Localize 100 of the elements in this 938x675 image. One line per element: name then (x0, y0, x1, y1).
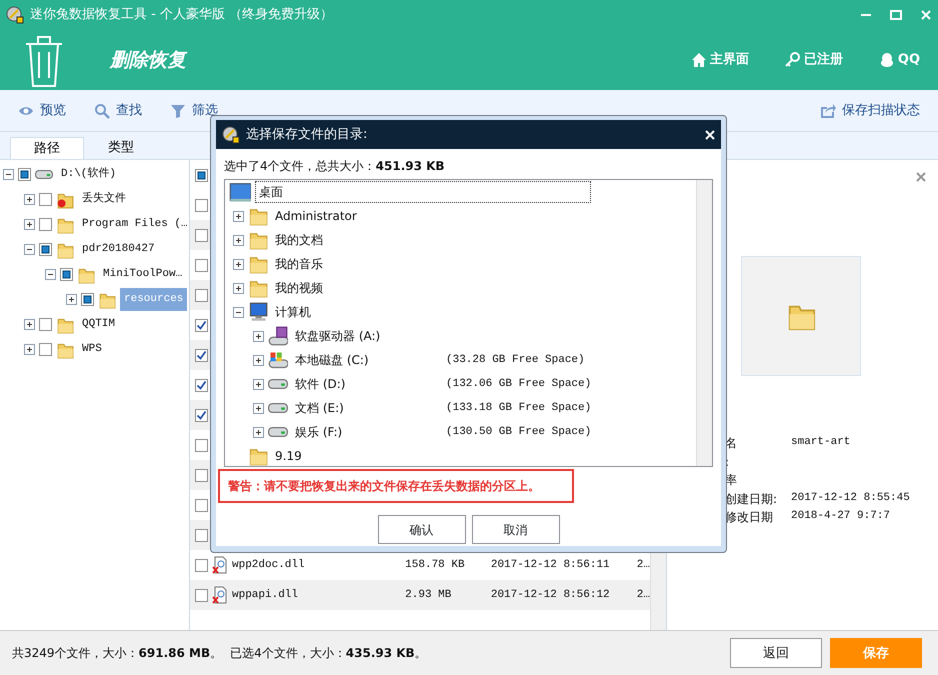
checkbox[interactable] (195, 198, 208, 212)
expand-toggle[interactable] (66, 294, 77, 305)
expand-toggle[interactable] (24, 319, 35, 330)
detail-value: 2018-4-27 9:7:7 (791, 509, 890, 524)
collapse-toggle[interactable] (3, 169, 14, 180)
warning-message: 警告：请不要把恢复出来的文件保存在丢失数据的分区上。 (218, 469, 574, 503)
tree-item[interactable]: 计算机 (272, 302, 314, 322)
expand-toggle[interactable] (233, 258, 244, 270)
checkbox[interactable] (39, 318, 52, 331)
checkbox[interactable] (18, 168, 31, 181)
file-name: wpp2doc.dll (232, 558, 306, 573)
expand-toggle[interactable] (233, 210, 244, 222)
status-text: 共3249个文件，大小：691.86 MB。 (12, 645, 222, 662)
checkbox[interactable] (81, 293, 94, 306)
toolbar-button[interactable]: 预览 (18, 100, 66, 120)
collapse-toggle[interactable] (24, 244, 35, 255)
checkbox[interactable] (39, 243, 52, 256)
drive-icon (268, 379, 288, 389)
drive-icon (268, 350, 288, 370)
checkbox[interactable] (195, 378, 208, 392)
expand-toggle[interactable] (253, 354, 264, 366)
selection-summary: 选中了4个文件，总共大小：451.93 KB (224, 158, 446, 175)
file-date: 2017-12-12 8:56:12 (490, 588, 611, 603)
tree-item[interactable]: 我的视频 (272, 278, 326, 298)
checkbox[interactable] (39, 343, 52, 356)
expand-toggle[interactable] (253, 426, 264, 438)
checkbox[interactable] (195, 348, 208, 362)
tab[interactable]: 路径 (10, 137, 84, 159)
maximize-icon (890, 9, 902, 21)
detail-value: 2017-12-12 8:55:45 (791, 490, 910, 506)
file-name: wppapi.dll (232, 588, 300, 603)
tree-item[interactable]: QQTIM (78, 313, 120, 336)
toolbar-button[interactable]: 查找 (94, 100, 142, 120)
confirm-button[interactable]: 确认 (378, 515, 466, 544)
collapse-toggle[interactable] (45, 269, 56, 280)
tab[interactable]: 类型 (84, 137, 158, 159)
section-title: 删除恢复 (110, 48, 186, 73)
table-cell-text: 2… (636, 588, 650, 603)
tree-item[interactable]: D:\(软件) (57, 163, 120, 186)
checkbox[interactable] (195, 438, 208, 452)
tree-item[interactable]: 我的文档 (272, 230, 326, 250)
tree-item[interactable]: 9.19 (272, 446, 305, 466)
minimize-icon (860, 14, 872, 16)
free-space: (132.06 GB Free Space) (446, 376, 592, 392)
tree-item[interactable]: 娱乐 (F:) (292, 422, 346, 442)
expand-toggle[interactable] (253, 378, 264, 390)
checkbox[interactable] (195, 558, 208, 572)
free-space: (33.28 GB Free Space) (446, 352, 586, 368)
tree-item[interactable]: 软盘驱动器 (A:) (292, 326, 384, 346)
tree-item[interactable]: Program Files (… (78, 213, 192, 236)
file-size: 2.93 MB (405, 588, 452, 603)
expand-toggle[interactable] (253, 402, 264, 414)
status-text: 已选4个文件，大小：435.93 KB。 (230, 645, 427, 662)
checkbox[interactable] (195, 528, 208, 542)
drive-icon (35, 170, 53, 179)
expand-toggle[interactable] (24, 194, 35, 205)
tree-item[interactable]: 我的音乐 (272, 254, 326, 274)
checkbox[interactable] (39, 193, 52, 206)
folder-icon (248, 254, 268, 274)
table-cell-text: 2… (636, 558, 650, 573)
checkbox[interactable] (195, 258, 208, 272)
tree-item[interactable]: 软件 (D:) (292, 374, 348, 394)
checkbox[interactable] (195, 588, 208, 602)
tree-item[interactable]: 文档 (E:) (292, 398, 347, 418)
dialog-title: 选择保存文件的目录: (246, 126, 368, 144)
checkbox[interactable] (60, 268, 73, 281)
checkbox[interactable] (195, 468, 208, 482)
tree-item[interactable]: 桌面 (255, 181, 591, 203)
tree-item[interactable]: Administrator (272, 206, 360, 226)
expand-toggle[interactable] (233, 234, 244, 246)
checkbox[interactable] (195, 408, 208, 422)
toolbar-button[interactable]: 筛选 (170, 100, 218, 120)
desktop-icon (229, 181, 251, 203)
expand-toggle[interactable] (24, 344, 35, 355)
save-scan-button[interactable]: 保存扫描状态 (820, 100, 920, 120)
checkbox[interactable] (195, 228, 208, 242)
key-icon (784, 52, 801, 68)
cancel-button[interactable]: 取消 (472, 515, 560, 544)
checkbox[interactable] (195, 498, 208, 512)
checkbox[interactable] (195, 318, 208, 332)
expand-toggle[interactable] (233, 282, 244, 294)
floppy-drive-icon (268, 326, 288, 346)
expand-toggle[interactable] (24, 219, 35, 230)
back-button[interactable]: 返回 (730, 638, 822, 668)
drive-icon (268, 427, 288, 437)
expand-toggle[interactable] (253, 330, 264, 342)
checkbox[interactable] (195, 288, 208, 302)
tree-item[interactable]: MiniToolPow… (99, 263, 186, 286)
tree-item[interactable]: pdr20180427 (78, 238, 159, 261)
drive-icon (268, 403, 288, 413)
tree-item[interactable]: WPS (78, 338, 106, 361)
tree-item[interactable]: 本地磁盘 (C:) (292, 350, 372, 370)
deleted-file-icon (212, 586, 228, 604)
collapse-toggle[interactable] (233, 306, 244, 318)
free-space: (130.50 GB Free Space) (446, 424, 592, 440)
tree-item[interactable]: 丢失文件 (78, 188, 130, 211)
file-date: 2017-12-12 8:56:11 (490, 558, 611, 573)
checkbox[interactable] (39, 218, 52, 231)
free-space: (133.18 GB Free Space) (446, 400, 592, 416)
checkbox[interactable] (195, 168, 208, 182)
